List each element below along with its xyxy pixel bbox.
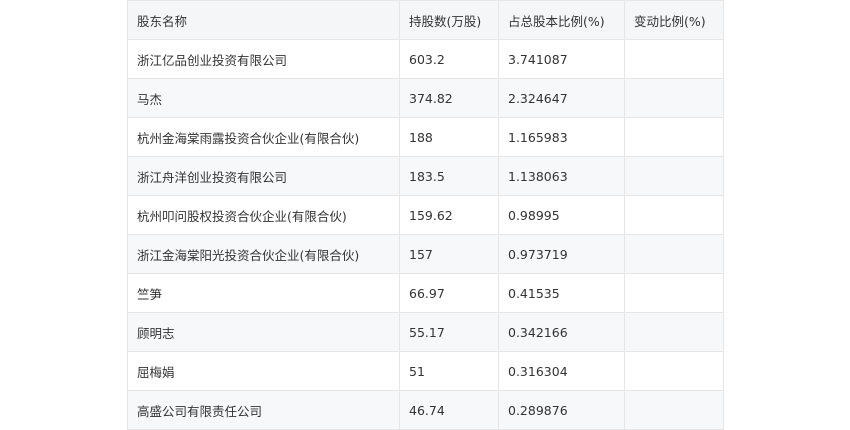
cell-share-ratio: 0.973719: [498, 234, 625, 274]
cell-shareholder-name: 马杰: [127, 78, 400, 118]
cell-shareholder-name: 屈梅娟: [127, 351, 400, 391]
cell-change-ratio: [624, 351, 724, 391]
cell-change-ratio: [624, 273, 724, 313]
cell-change-ratio: [624, 195, 724, 235]
cell-shareholder-name: 杭州金海棠雨露投资合伙企业(有限合伙): [127, 117, 400, 157]
table-row: 高盛公司有限责任公司 46.74 0.289876: [127, 390, 724, 430]
cell-shares-held: 603.2: [399, 39, 499, 79]
header-shareholder-name: 股东名称: [127, 0, 400, 40]
cell-shares-held: 159.62: [399, 195, 499, 235]
cell-shares-held: 157: [399, 234, 499, 274]
header-share-ratio: 占总股本比例(%): [498, 0, 625, 40]
cell-shareholder-name: 浙江金海棠阳光投资合伙企业(有限合伙): [127, 234, 400, 274]
cell-shareholder-name: 顾明志: [127, 312, 400, 352]
cell-change-ratio: [624, 312, 724, 352]
table-row: 浙江亿品创业投资有限公司 603.2 3.741087: [127, 39, 724, 79]
cell-shares-held: 188: [399, 117, 499, 157]
table-row: 竺笋 66.97 0.41535: [127, 273, 724, 313]
table-row: 杭州金海棠雨露投资合伙企业(有限合伙) 188 1.165983: [127, 117, 724, 157]
cell-shareholder-name: 高盛公司有限责任公司: [127, 390, 400, 430]
cell-shares-held: 51: [399, 351, 499, 391]
cell-share-ratio: 0.289876: [498, 390, 625, 430]
cell-change-ratio: [624, 234, 724, 274]
header-change-ratio: 变动比例(%): [624, 0, 724, 40]
cell-shareholder-name: 浙江亿品创业投资有限公司: [127, 39, 400, 79]
cell-shares-held: 183.5: [399, 156, 499, 196]
shareholders-table: 股东名称 持股数(万股) 占总股本比例(%) 变动比例(%) 浙江亿品创业投资有…: [127, 0, 724, 430]
cell-share-ratio: 3.741087: [498, 39, 625, 79]
cell-shareholder-name: 竺笋: [127, 273, 400, 313]
cell-share-ratio: 0.98995: [498, 195, 625, 235]
cell-change-ratio: [624, 78, 724, 118]
cell-shares-held: 66.97: [399, 273, 499, 313]
cell-shareholder-name: 浙江舟洋创业投资有限公司: [127, 156, 400, 196]
table-row: 马杰 374.82 2.324647: [127, 78, 724, 118]
cell-shares-held: 374.82: [399, 78, 499, 118]
cell-change-ratio: [624, 156, 724, 196]
cell-shares-held: 46.74: [399, 390, 499, 430]
cell-share-ratio: 0.316304: [498, 351, 625, 391]
cell-share-ratio: 0.342166: [498, 312, 625, 352]
cell-shares-held: 55.17: [399, 312, 499, 352]
cell-share-ratio: 0.41535: [498, 273, 625, 313]
table-row: 浙江舟洋创业投资有限公司 183.5 1.138063: [127, 156, 724, 196]
cell-change-ratio: [624, 39, 724, 79]
cell-share-ratio: 2.324647: [498, 78, 625, 118]
table-row: 浙江金海棠阳光投资合伙企业(有限合伙) 157 0.973719: [127, 234, 724, 274]
table-row: 杭州叩问股权投资合伙企业(有限合伙) 159.62 0.98995: [127, 195, 724, 235]
cell-change-ratio: [624, 390, 724, 430]
cell-share-ratio: 1.138063: [498, 156, 625, 196]
cell-share-ratio: 1.165983: [498, 117, 625, 157]
table-row: 屈梅娟 51 0.316304: [127, 351, 724, 391]
shareholders-table-container: 股东名称 持股数(万股) 占总股本比例(%) 变动比例(%) 浙江亿品创业投资有…: [127, 0, 724, 430]
header-shares-held: 持股数(万股): [399, 0, 499, 40]
cell-change-ratio: [624, 117, 724, 157]
cell-shareholder-name: 杭州叩问股权投资合伙企业(有限合伙): [127, 195, 400, 235]
table-header-row: 股东名称 持股数(万股) 占总股本比例(%) 变动比例(%): [127, 0, 724, 40]
table-row: 顾明志 55.17 0.342166: [127, 312, 724, 352]
